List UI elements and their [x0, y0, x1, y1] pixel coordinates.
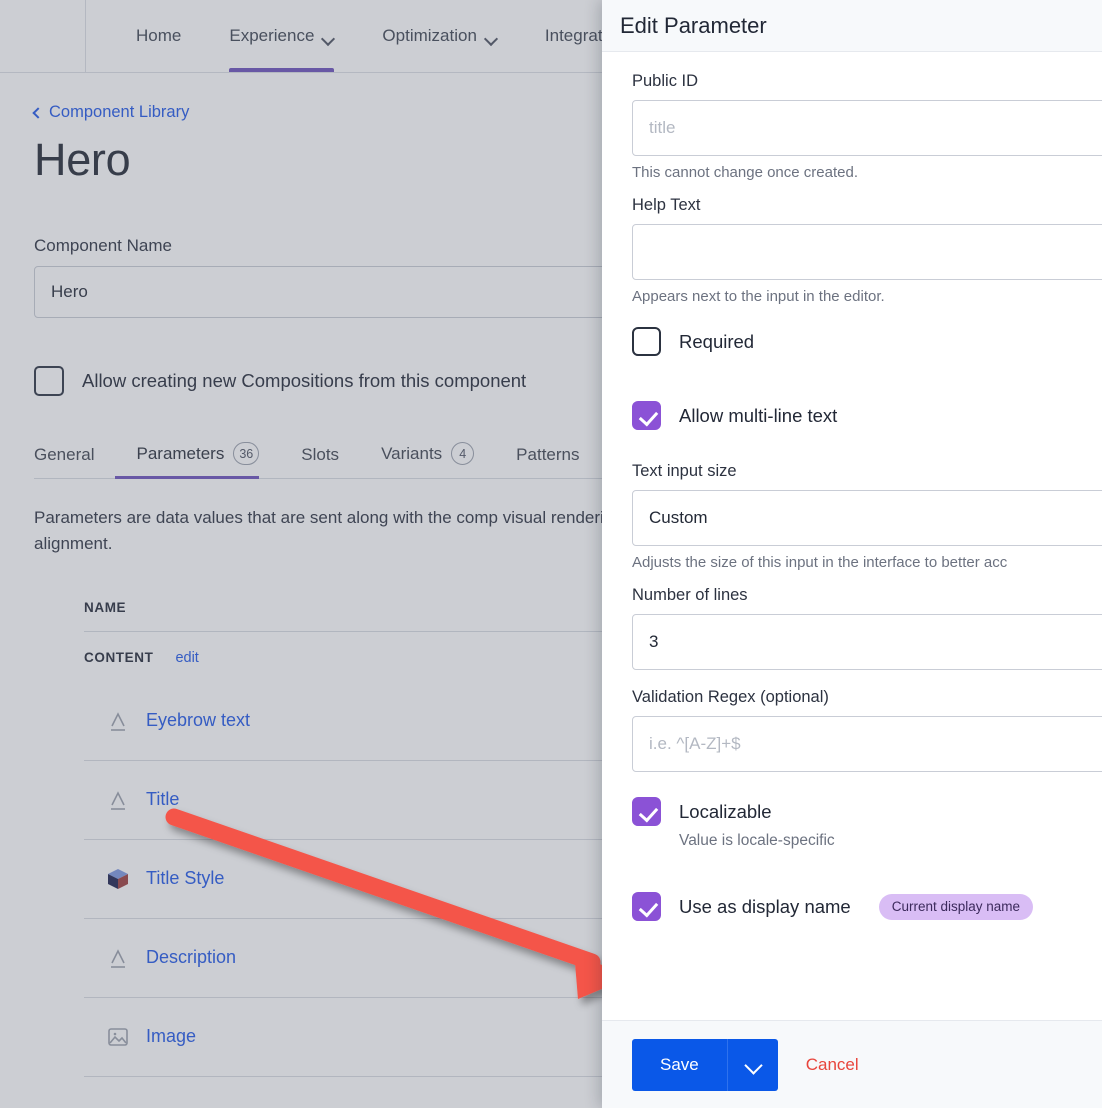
public-id-input[interactable]: title [632, 100, 1102, 156]
text-input-size-label: Text input size [632, 462, 737, 480]
save-button[interactable]: Save [632, 1038, 727, 1091]
tab-variants[interactable]: Variants 4 [360, 442, 495, 478]
edit-parameter-modal: Edit Parameter Public ID title This cann… [602, 0, 1102, 1108]
public-id-placeholder: title [649, 118, 676, 137]
number-of-lines-group: Number of lines 3 [632, 586, 1102, 670]
save-options-caret-icon[interactable] [726, 1038, 778, 1091]
parameter-name[interactable]: Description [146, 947, 236, 968]
group-edit-link[interactable]: edit [175, 650, 198, 666]
help-text-hint: Appears next to the input in the editor. [632, 288, 885, 305]
validation-regex-input[interactable]: i.e. ^[A-Z]+$ [632, 716, 1102, 772]
modal-title: Edit Parameter [620, 12, 767, 38]
cube-icon [106, 867, 130, 891]
text-input-size-select[interactable]: Custom [632, 490, 1102, 546]
nav-item-experience[interactable]: Experience [205, 0, 358, 72]
modal-body: Public ID title This cannot change once … [602, 52, 1102, 1020]
group-label: CONTENT [84, 650, 154, 666]
display-name-label: Use as display name [679, 895, 851, 917]
component-name-value: Hero [51, 282, 88, 301]
help-text-label: Help Text [632, 196, 701, 214]
localizable-label: Localizable [679, 800, 772, 822]
text-input-size-group: Text input size Custom Adjusts the size … [632, 462, 1102, 571]
screen-root: Home Experience Optimization Integratio [0, 0, 1102, 1108]
validation-regex-placeholder: i.e. ^[A-Z]+$ [649, 734, 741, 753]
help-text-group: Help Text Appears next to the input in t… [632, 196, 1102, 305]
number-of-lines-input[interactable]: 3 [632, 614, 1102, 670]
tab-label: Patterns [516, 445, 580, 464]
multiline-label: Allow multi-line text [679, 404, 838, 426]
parameter-name[interactable]: Title Style [146, 868, 224, 889]
localizable-checkbox[interactable] [632, 797, 661, 826]
nav-item-label: Optimization [382, 26, 477, 45]
number-of-lines-value: 3 [649, 632, 659, 651]
multiline-checkbox[interactable] [632, 401, 661, 430]
text-icon [106, 709, 130, 733]
text-input-size-value: Custom [649, 508, 708, 527]
text-icon [106, 946, 130, 970]
image-icon [106, 1025, 130, 1049]
allow-compositions-label: Allow creating new Compositions from thi… [82, 370, 527, 391]
parameter-name[interactable]: Image [146, 1026, 196, 1047]
required-label: Required [679, 330, 755, 352]
public-id-group: Public ID title This cannot change once … [632, 72, 1102, 181]
breadcrumb[interactable]: Component Library [32, 103, 190, 122]
tab-general[interactable]: General [34, 445, 115, 478]
nav-item-optimization[interactable]: Optimization [358, 0, 520, 72]
tab-label: Parameters [136, 443, 225, 463]
required-checkbox[interactable] [632, 327, 661, 356]
chevron-down-icon [486, 34, 497, 41]
display-name-checkbox[interactable] [632, 892, 661, 921]
current-display-name-badge: Current display name [878, 893, 1034, 920]
validation-regex-group: Validation Regex (optional) i.e. ^[A-Z]+… [632, 688, 1102, 772]
nav-item-home[interactable]: Home [112, 0, 205, 72]
tab-badge: 4 [451, 442, 475, 465]
tab-patterns[interactable]: Patterns [495, 445, 600, 478]
public-id-hint: This cannot change once created. [632, 164, 858, 181]
breadcrumb-label: Component Library [49, 103, 190, 121]
parameter-name[interactable]: Title [146, 789, 179, 810]
tab-slots[interactable]: Slots [280, 445, 360, 478]
chevron-down-icon [323, 34, 334, 41]
nav-items: Home Experience Optimization Integratio [86, 0, 640, 72]
display-name-row[interactable]: Use as display name Current display name [632, 892, 1084, 921]
public-id-label: Public ID [632, 72, 699, 90]
help-text-input[interactable] [632, 224, 1102, 280]
tab-badge: 36 [233, 442, 260, 465]
text-input-size-hint: Adjusts the size of this input in the in… [632, 554, 1008, 571]
parameter-name[interactable]: Eyebrow text [146, 710, 250, 731]
save-button-group: Save [632, 1038, 778, 1091]
tab-label: Variants [381, 443, 443, 463]
nav-item-label: Home [136, 26, 182, 45]
multiline-row[interactable]: Allow multi-line text [632, 401, 1084, 430]
modal-header: Edit Parameter [602, 0, 1102, 52]
validation-regex-label: Validation Regex (optional) [632, 688, 829, 706]
tab-parameters[interactable]: Parameters 36 [115, 442, 280, 479]
tab-label: General [34, 445, 95, 464]
localizable-sublabel: Value is locale-specific [679, 832, 835, 849]
nav-logo-cell[interactable] [0, 0, 86, 72]
modal-footer: Save Cancel [602, 1020, 1102, 1108]
chevron-left-icon [32, 106, 44, 119]
text-icon [106, 788, 130, 812]
number-of-lines-label: Number of lines [632, 586, 748, 604]
cancel-button[interactable]: Cancel [806, 1055, 859, 1075]
required-row[interactable]: Required [632, 327, 1084, 356]
nav-item-label: Experience [229, 26, 315, 45]
localizable-row[interactable]: Localizable [632, 797, 1084, 826]
allow-compositions-checkbox[interactable] [34, 366, 64, 396]
tab-label: Slots [301, 445, 340, 464]
